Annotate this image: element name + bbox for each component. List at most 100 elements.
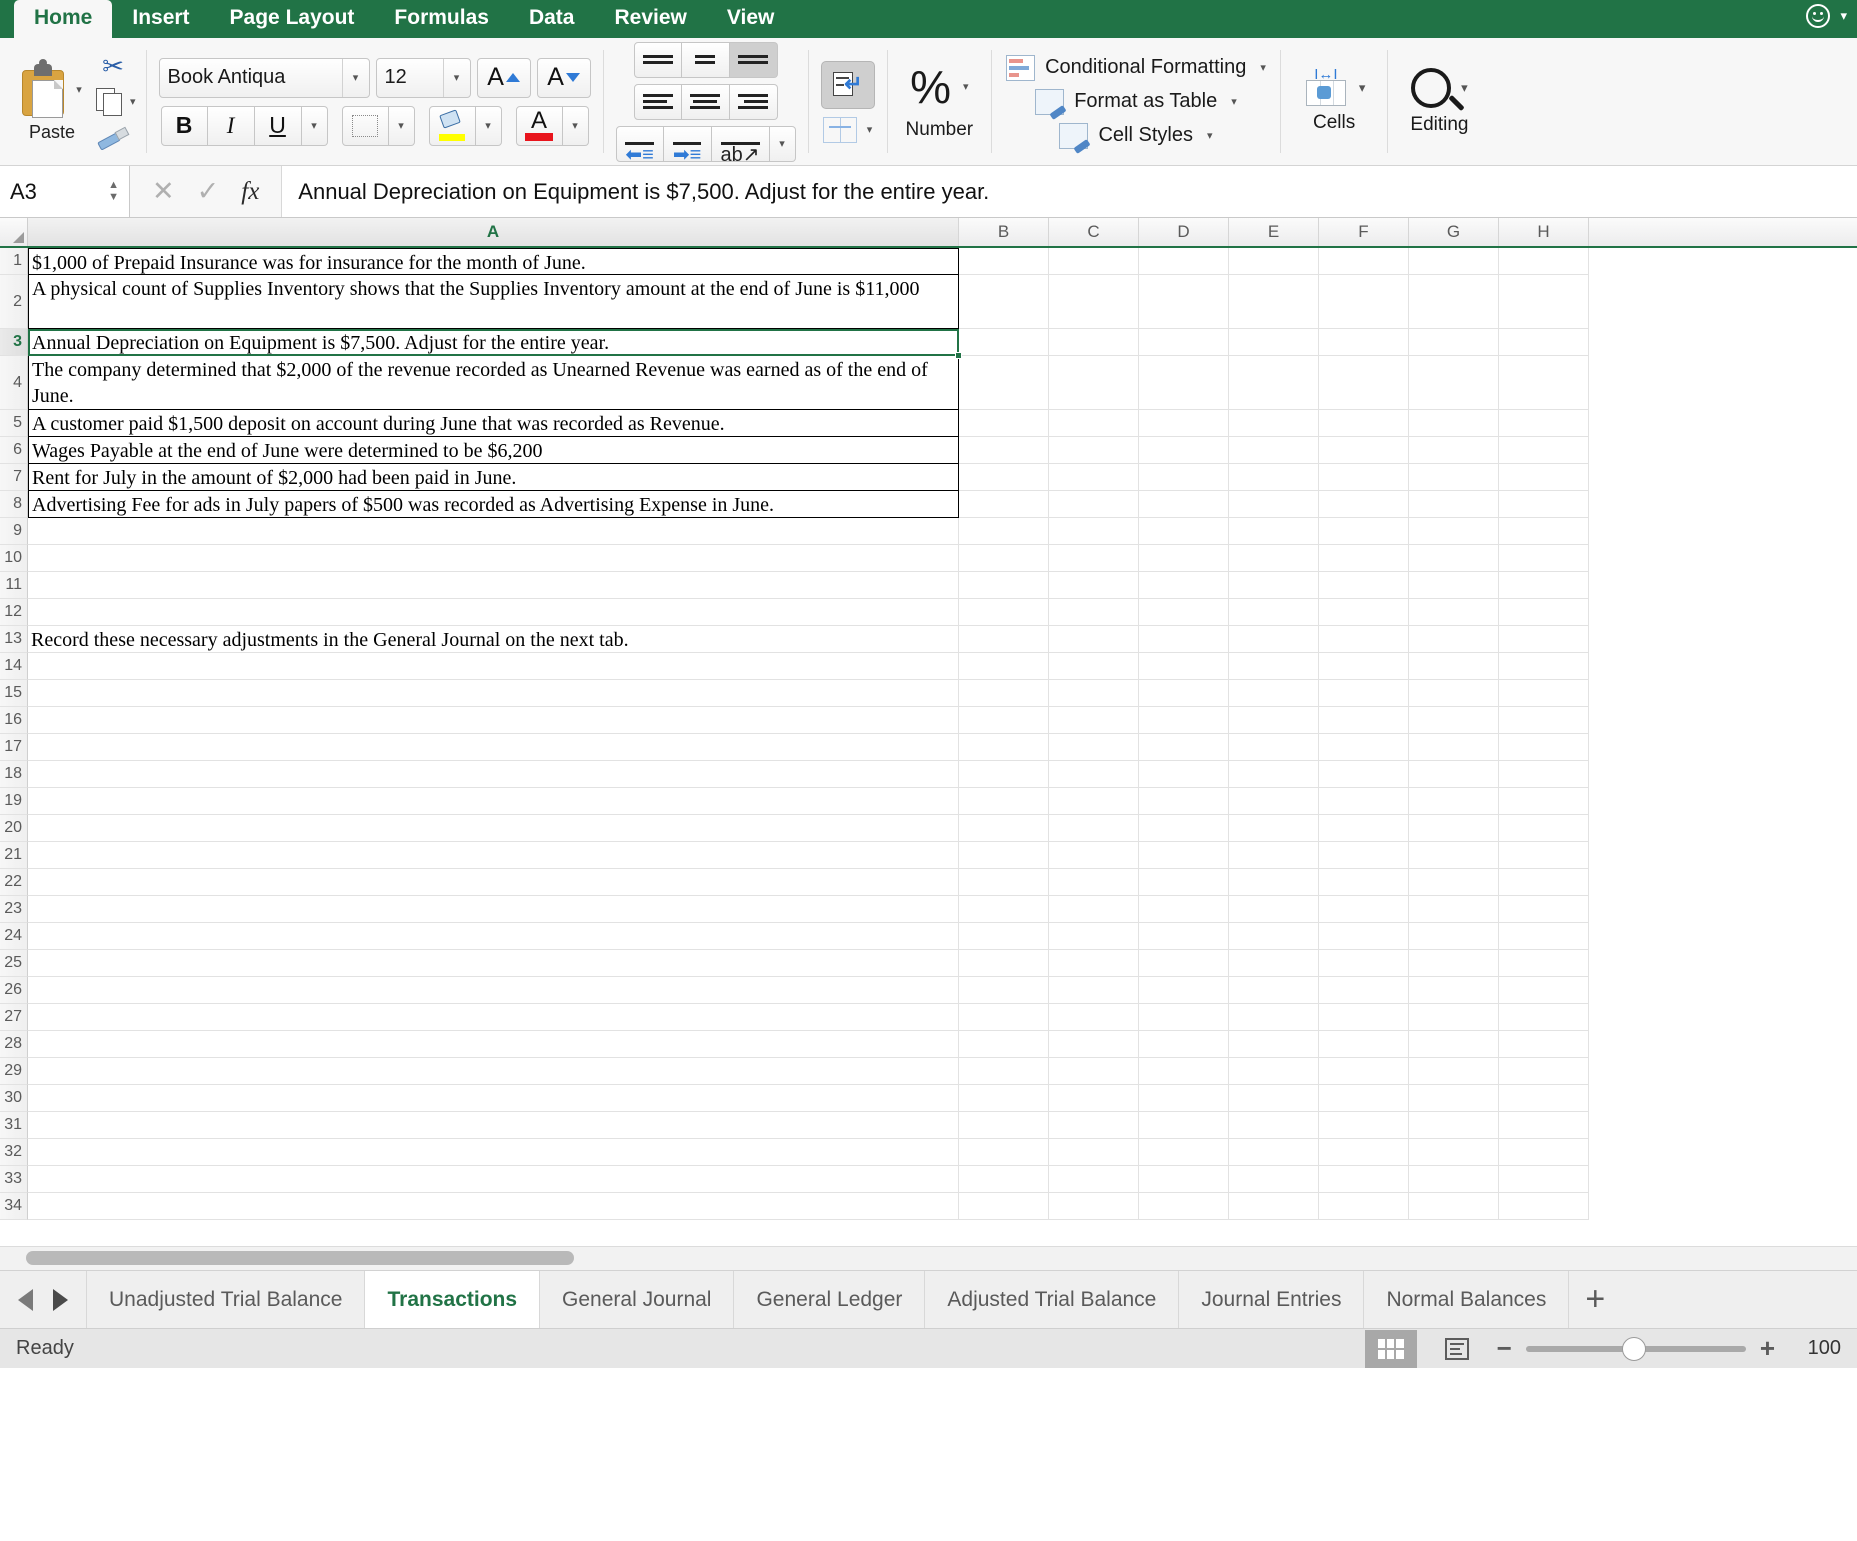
cell-H27[interactable] xyxy=(1499,1004,1589,1031)
cell-F22[interactable] xyxy=(1319,869,1409,896)
cell-B6[interactable] xyxy=(959,437,1049,464)
decrease-font-size-button[interactable]: A xyxy=(536,57,591,98)
cell-H20[interactable] xyxy=(1499,815,1589,842)
cell-E4[interactable] xyxy=(1229,356,1319,410)
confirm-check-icon[interactable]: ✓ xyxy=(197,176,220,207)
cell-F23[interactable] xyxy=(1319,896,1409,923)
chevron-down-icon[interactable]: ▾ xyxy=(343,71,369,84)
row-header-14[interactable]: 14 xyxy=(0,653,28,680)
cell-H26[interactable] xyxy=(1499,977,1589,1004)
row-header-29[interactable]: 29 xyxy=(0,1058,28,1085)
cell-A5[interactable]: A customer paid $1,500 deposit on accoun… xyxy=(28,410,959,437)
cell-E6[interactable] xyxy=(1229,437,1319,464)
cell-H25[interactable] xyxy=(1499,950,1589,977)
chevron-down-icon[interactable]: ▾ xyxy=(1231,95,1237,108)
cell-E27[interactable] xyxy=(1229,1004,1319,1031)
cell-H24[interactable] xyxy=(1499,923,1589,950)
smiley-feedback-icon[interactable] xyxy=(1806,4,1831,28)
cell-B5[interactable] xyxy=(959,410,1049,437)
sheet-tab-general-ledger[interactable]: General Ledger xyxy=(734,1271,926,1328)
cell-B32[interactable] xyxy=(959,1139,1049,1166)
cell-C1[interactable] xyxy=(1049,248,1139,275)
editing-group[interactable]: ▾ Editing xyxy=(1388,38,1490,165)
cell-E21[interactable] xyxy=(1229,842,1319,869)
cell-F34[interactable] xyxy=(1319,1193,1409,1220)
font-color-button[interactable]: A xyxy=(515,105,563,146)
cell-D29[interactable] xyxy=(1139,1058,1229,1085)
select-all-corner[interactable] xyxy=(0,218,28,246)
cell-E33[interactable] xyxy=(1229,1166,1319,1193)
ribbon-tab-formulas[interactable]: Formulas xyxy=(374,0,509,38)
previous-sheet-arrow[interactable] xyxy=(18,1288,33,1311)
cells-group[interactable]: I↔I ▾ Cells xyxy=(1281,38,1388,165)
column-header-D[interactable]: D xyxy=(1139,218,1229,246)
cell-A28[interactable] xyxy=(28,1031,959,1058)
cell-G31[interactable] xyxy=(1409,1112,1499,1139)
cell-C19[interactable] xyxy=(1049,788,1139,815)
cell-F17[interactable] xyxy=(1319,734,1409,761)
cell-A12[interactable] xyxy=(28,599,959,626)
cell-C13[interactable] xyxy=(1049,626,1139,653)
cell-G17[interactable] xyxy=(1409,734,1499,761)
cell-A8[interactable]: Advertising Fee for ads in July papers o… xyxy=(28,491,959,518)
cell-C30[interactable] xyxy=(1049,1085,1139,1112)
cell-B21[interactable] xyxy=(959,842,1049,869)
bold-button[interactable]: B xyxy=(160,105,208,146)
row-header-17[interactable]: 17 xyxy=(0,734,28,761)
cell-B17[interactable] xyxy=(959,734,1049,761)
cell-C7[interactable] xyxy=(1049,464,1139,491)
row-header-22[interactable]: 22 xyxy=(0,869,28,896)
cell-H29[interactable] xyxy=(1499,1058,1589,1085)
cell-D13[interactable] xyxy=(1139,626,1229,653)
cell-C3[interactable] xyxy=(1049,329,1139,356)
cell-B23[interactable] xyxy=(959,896,1049,923)
cell-B20[interactable] xyxy=(959,815,1049,842)
copy-button[interactable]: ▾ xyxy=(96,87,136,117)
cell-D14[interactable] xyxy=(1139,653,1229,680)
cell-A18[interactable] xyxy=(28,761,959,788)
cell-F11[interactable] xyxy=(1319,572,1409,599)
cell-F27[interactable] xyxy=(1319,1004,1409,1031)
cell-F7[interactable] xyxy=(1319,464,1409,491)
cell-B9[interactable] xyxy=(959,518,1049,545)
cell-D16[interactable] xyxy=(1139,707,1229,734)
row-header-10[interactable]: 10 xyxy=(0,545,28,572)
cell-C27[interactable] xyxy=(1049,1004,1139,1031)
paste-button[interactable]: ▾ Paste xyxy=(10,59,94,143)
cell-C24[interactable] xyxy=(1049,923,1139,950)
cell-F15[interactable] xyxy=(1319,680,1409,707)
cell-C14[interactable] xyxy=(1049,653,1139,680)
cell-E32[interactable] xyxy=(1229,1139,1319,1166)
cell-B34[interactable] xyxy=(959,1193,1049,1220)
cell-A14[interactable] xyxy=(28,653,959,680)
cell-E17[interactable] xyxy=(1229,734,1319,761)
horizontal-scrollbar-thumb[interactable] xyxy=(26,1251,574,1265)
cell-C20[interactable] xyxy=(1049,815,1139,842)
cell-E1[interactable] xyxy=(1229,248,1319,275)
row-header-28[interactable]: 28 xyxy=(0,1031,28,1058)
cell-A7[interactable]: Rent for July in the amount of $2,000 ha… xyxy=(28,464,959,491)
cell-E23[interactable] xyxy=(1229,896,1319,923)
cell-D3[interactable] xyxy=(1139,329,1229,356)
cell-F4[interactable] xyxy=(1319,356,1409,410)
chevron-down-icon[interactable]: ▾ xyxy=(1260,61,1266,74)
cell-G25[interactable] xyxy=(1409,950,1499,977)
cell-G1[interactable] xyxy=(1409,248,1499,275)
name-box[interactable]: A3 ▲ ▼ xyxy=(0,166,130,217)
cell-C2[interactable] xyxy=(1049,275,1139,329)
cell-B18[interactable] xyxy=(959,761,1049,788)
cell-A9[interactable] xyxy=(28,518,959,545)
cell-C25[interactable] xyxy=(1049,950,1139,977)
cell-H3[interactable] xyxy=(1499,329,1589,356)
row-header-34[interactable]: 34 xyxy=(0,1193,28,1220)
cell-G29[interactable] xyxy=(1409,1058,1499,1085)
cell-A1[interactable]: $1,000 of Prepaid Insurance was for insu… xyxy=(28,248,959,275)
underline-button[interactable]: U xyxy=(254,105,302,146)
cell-D2[interactable] xyxy=(1139,275,1229,329)
cell-G5[interactable] xyxy=(1409,410,1499,437)
cell-H28[interactable] xyxy=(1499,1031,1589,1058)
cell-C4[interactable] xyxy=(1049,356,1139,410)
cell-H2[interactable] xyxy=(1499,275,1589,329)
cell-C18[interactable] xyxy=(1049,761,1139,788)
cell-C31[interactable] xyxy=(1049,1112,1139,1139)
